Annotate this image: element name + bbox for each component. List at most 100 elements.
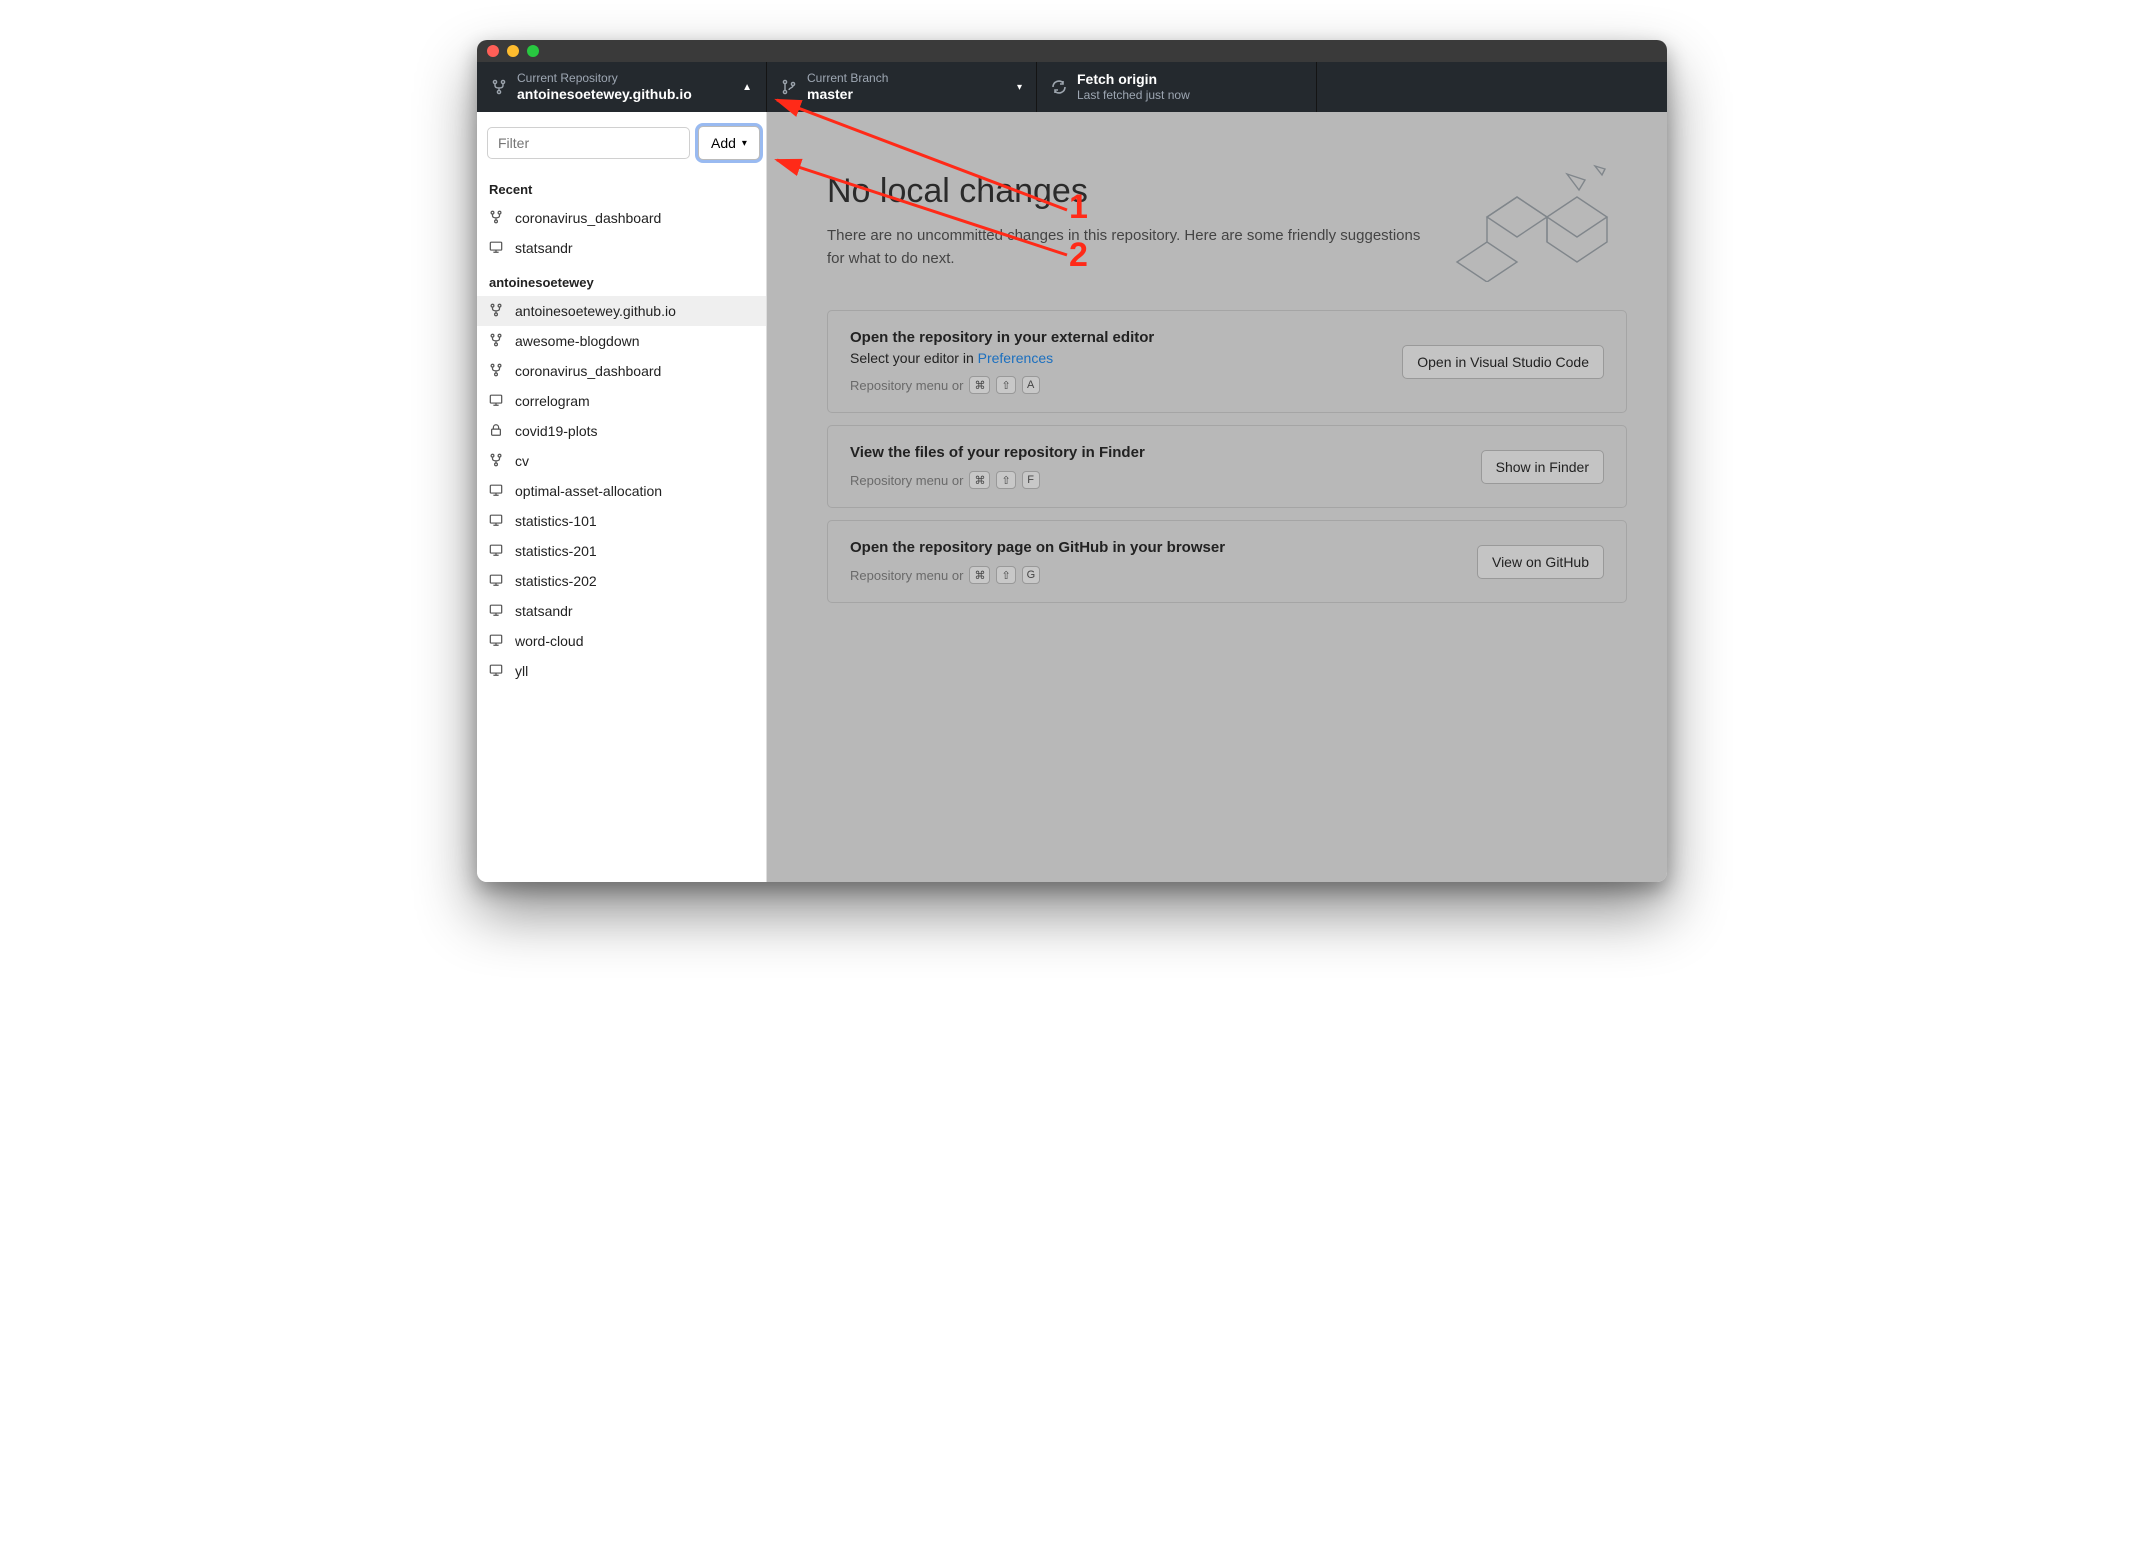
repo-item[interactable]: statsandr	[477, 596, 766, 626]
toolbar: Current Repository antoinesoetewey.githu…	[477, 62, 1667, 112]
kbd-key: F	[1022, 471, 1040, 489]
repo-item[interactable]: yll	[477, 656, 766, 686]
suggestion-card: View the files of your repository in Fin…	[827, 425, 1627, 508]
suggestion-card: Open the repository in your external edi…	[827, 310, 1627, 413]
recent-section-title: Recent	[477, 170, 766, 203]
close-icon[interactable]	[487, 45, 499, 57]
branch-value: master	[807, 86, 888, 103]
fetch-origin-button[interactable]: Fetch origin Last fetched just now	[1037, 62, 1317, 112]
repo-item[interactable]: word-cloud	[477, 626, 766, 656]
suggestion-card: Open the repository page on GitHub in yo…	[827, 520, 1627, 603]
titlebar	[477, 40, 1667, 62]
fetch-label: Fetch origin	[1077, 71, 1190, 88]
owner-section-title: antoinesoetewey	[477, 263, 766, 296]
repo-item-label: optimal-asset-allocation	[515, 483, 662, 499]
repo-item-label: antoinesoetewey.github.io	[515, 303, 676, 319]
repo-item[interactable]: coronavirus_dashboard	[477, 356, 766, 386]
current-branch-selector[interactable]: Current Branch master ▾	[767, 62, 1037, 112]
maximize-icon[interactable]	[527, 45, 539, 57]
monitor-icon	[489, 240, 505, 256]
repo-item[interactable]: coronavirus_dashboard	[477, 203, 766, 233]
monitor-icon	[489, 573, 505, 589]
repo-item-label: statsandr	[515, 240, 573, 256]
repo-item-label: statistics-201	[515, 543, 597, 559]
repo-item-label: cv	[515, 453, 529, 469]
recent-list: coronavirus_dashboard statsandr	[477, 203, 766, 263]
annotation-number-2: 2	[1069, 236, 1088, 275]
fetch-sub: Last fetched just now	[1077, 88, 1190, 102]
preferences-link[interactable]: Preferences	[978, 350, 1053, 366]
monitor-icon	[489, 513, 505, 529]
caret-up-icon: ▲	[742, 82, 752, 93]
kbd-key: A	[1022, 376, 1040, 394]
repo-item[interactable]: antoinesoetewey.github.io	[477, 296, 766, 326]
repo-item-label: correlogram	[515, 393, 590, 409]
repo-item[interactable]: optimal-asset-allocation	[477, 476, 766, 506]
monitor-icon	[489, 663, 505, 679]
fork-icon	[489, 303, 505, 319]
monitor-icon	[489, 603, 505, 619]
kbd-key: ⇧	[996, 376, 1015, 394]
repo-fork-icon	[491, 79, 507, 95]
empty-state-illustration	[1447, 162, 1627, 282]
repo-item[interactable]: correlogram	[477, 386, 766, 416]
repo-item[interactable]: covid19-plots	[477, 416, 766, 446]
kbd-key: ⇧	[996, 566, 1015, 584]
repo-value: antoinesoetewey.github.io	[517, 86, 692, 103]
repo-item-label: word-cloud	[515, 633, 583, 649]
repo-item-label: coronavirus_dashboard	[515, 363, 661, 379]
add-label: Add	[711, 135, 736, 151]
monitor-icon	[489, 543, 505, 559]
page-subtitle: There are no uncommitted changes in this…	[827, 225, 1427, 270]
repo-item-label: covid19-plots	[515, 423, 598, 439]
card-title: Open the repository in your external edi…	[850, 329, 1154, 346]
card-title: View the files of your repository in Fin…	[850, 444, 1145, 461]
repo-item[interactable]: statistics-202	[477, 566, 766, 596]
repo-item[interactable]: statistics-201	[477, 536, 766, 566]
repo-item-label: coronavirus_dashboard	[515, 210, 661, 226]
repo-label: Current Repository	[517, 71, 692, 85]
caret-down-icon: ▾	[742, 138, 747, 149]
repo-item[interactable]: awesome-blogdown	[477, 326, 766, 356]
minimize-icon[interactable]	[507, 45, 519, 57]
branch-icon	[781, 79, 797, 95]
monitor-icon	[489, 633, 505, 649]
repo-item-label: awesome-blogdown	[515, 333, 640, 349]
add-repository-button[interactable]: Add ▾	[698, 126, 760, 160]
current-repository-selector[interactable]: Current Repository antoinesoetewey.githu…	[477, 62, 767, 112]
suggestion-cards: Open the repository in your external edi…	[827, 310, 1627, 603]
fork-icon	[489, 453, 505, 469]
repo-item-label: statsandr	[515, 603, 573, 619]
card-action-button[interactable]: View on GitHub	[1477, 545, 1604, 579]
repo-item[interactable]: statistics-101	[477, 506, 766, 536]
annotation-number-1: 1	[1069, 188, 1088, 227]
filter-input[interactable]	[487, 127, 690, 159]
kbd-key: G	[1022, 566, 1041, 584]
owner-repo-list: antoinesoetewey.github.io awesome-blogdow…	[477, 296, 766, 686]
card-hint: Repository menu or⌘⇧G	[850, 566, 1225, 584]
kbd-key: ⌘	[969, 471, 990, 489]
monitor-icon	[489, 393, 505, 409]
card-hint: Repository menu or⌘⇧F	[850, 471, 1145, 489]
lock-icon	[489, 423, 505, 439]
card-action-button[interactable]: Show in Finder	[1481, 450, 1604, 484]
card-action-button[interactable]: Open in Visual Studio Code	[1402, 345, 1604, 379]
branch-label: Current Branch	[807, 71, 888, 85]
kbd-key: ⇧	[996, 471, 1015, 489]
repository-sidebar: Add ▾ Recent coronavirus_dashboardstatsa…	[477, 112, 767, 882]
repo-item[interactable]: cv	[477, 446, 766, 476]
repo-item-label: statistics-101	[515, 513, 597, 529]
kbd-key: ⌘	[969, 376, 990, 394]
card-subtitle: Select your editor in Preferences	[850, 350, 1154, 366]
card-hint: Repository menu or⌘⇧A	[850, 376, 1154, 394]
repo-item[interactable]: statsandr	[477, 233, 766, 263]
repo-item-label: statistics-202	[515, 573, 597, 589]
monitor-icon	[489, 483, 505, 499]
fork-icon	[489, 210, 505, 226]
main-panel: No local changes There are no uncommitte…	[767, 112, 1667, 882]
sync-icon	[1051, 79, 1067, 95]
fork-icon	[489, 363, 505, 379]
caret-down-icon: ▾	[1017, 82, 1022, 93]
repo-item-label: yll	[515, 663, 528, 679]
kbd-key: ⌘	[969, 566, 990, 584]
